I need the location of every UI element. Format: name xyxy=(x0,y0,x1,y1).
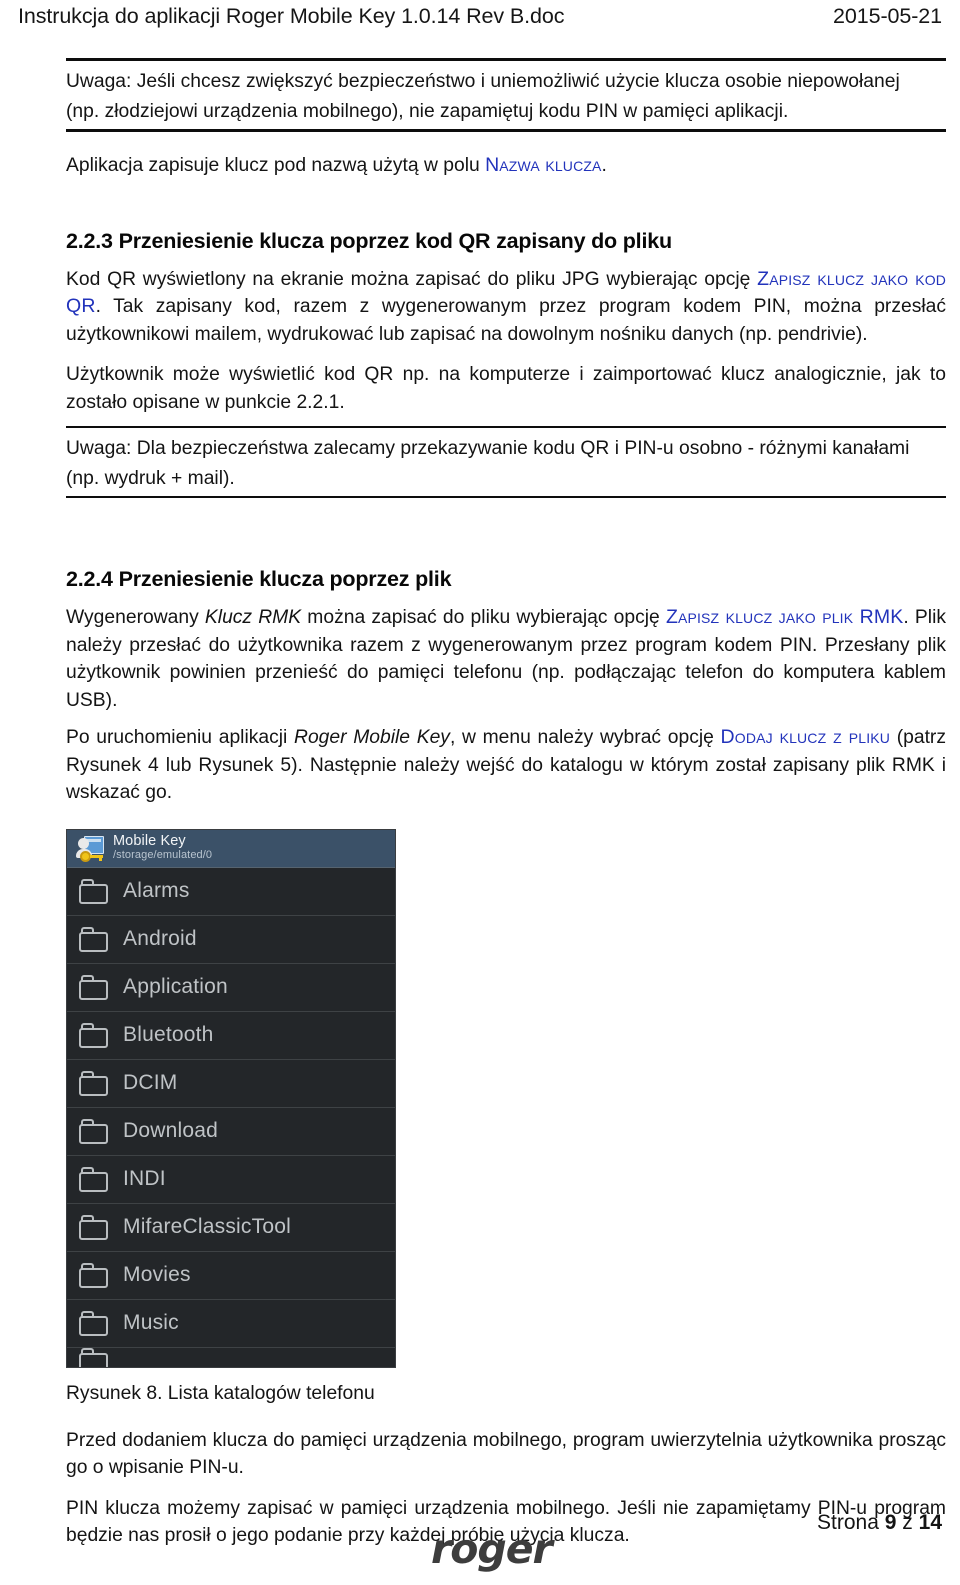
page-current: 9 xyxy=(884,1511,897,1534)
heading-2-2-4: 2.2.4 Przeniesienie klucza poprzez plik xyxy=(66,567,452,591)
note2-line1: Uwaga: Dla bezpieczeństwa zalecamy przek… xyxy=(66,438,910,459)
list-item[interactable]: Movies xyxy=(67,1251,395,1300)
paragraph-before-adding-key: Przed dodaniem klucza do pamięci urządze… xyxy=(66,1429,946,1479)
figure-phone-directory-list: Mobile Key /storage/emulated/0 Alarms An… xyxy=(66,828,396,1407)
p-file-italic-klucz-rmk: Klucz RMK xyxy=(204,607,302,628)
note-block-security: Uwaga: Jeśli chcesz zwiększyć bezpieczeń… xyxy=(66,61,946,129)
running-header: Instrukcja do aplikacji Roger Mobile Key… xyxy=(18,4,942,38)
folder-icon xyxy=(79,1118,111,1144)
note2-line2: (np. wydruk + mail). xyxy=(66,467,235,489)
folder-name: Bluetooth xyxy=(123,1023,214,1046)
p-file-text-b: można zapisać do pliku wybierając opcję xyxy=(301,607,666,628)
paragraph-app-saves-key: Aplikacja zapisuje klucz pod nazwą użytą… xyxy=(66,152,946,180)
mobile-key-app-icon xyxy=(76,835,104,862)
folder-name: Alarms xyxy=(123,879,190,902)
list-item[interactable]: INDI xyxy=(67,1155,395,1204)
folder-icon xyxy=(79,1310,111,1336)
figure-caption: Rysunek 8. Lista katalogów telefonu xyxy=(66,1382,375,1404)
list-item[interactable]: MifareClassicTool xyxy=(67,1203,395,1252)
running-footer: roger Strona 9 z 14 xyxy=(66,1505,942,1575)
p-run-italic-roger-mobile-key: Roger Mobile Key xyxy=(294,727,450,748)
note1-line1: Uwaga: Jeśli chcesz zwiększyć bezpieczeń… xyxy=(66,71,900,92)
folder-name: Application xyxy=(123,975,228,998)
list-item[interactable]: Android xyxy=(67,915,395,964)
folder-name: Download xyxy=(123,1119,218,1142)
link-dodaj-klucz-z-pliku: Dodaj klucz z pliku xyxy=(720,726,890,748)
p-run-text-a: Po uruchomieniu aplikacji xyxy=(66,727,295,748)
folder-name: INDI xyxy=(123,1167,166,1190)
roger-logo: roger xyxy=(431,1525,553,1573)
p-file-text-a: Wygenerowany xyxy=(66,607,205,628)
p-app-saves-text-a: Aplikacja zapisuje klucz pod nazwą użytą… xyxy=(66,155,486,176)
folder-name: Android xyxy=(123,927,197,950)
folder-icon xyxy=(79,926,111,952)
page-number: Strona 9 z 14 xyxy=(817,1511,942,1535)
app-header-text: Mobile Key /storage/emulated/0 xyxy=(113,834,212,862)
folder-icon xyxy=(79,1214,111,1240)
document-page: Instrukcja do aplikacji Roger Mobile Key… xyxy=(0,0,960,1585)
folder-icon xyxy=(79,1347,111,1367)
folder-name: DCIM xyxy=(123,1071,178,1094)
paragraph-run-app-add-key: Po uruchomieniu aplikacji Roger Mobile K… xyxy=(66,724,946,807)
list-item[interactable]: Application xyxy=(67,963,395,1012)
link-zapisz-klucz-jako-plik-rmk: Zapisz klucz jako plik RMK xyxy=(665,606,904,628)
list-item[interactable]: Download xyxy=(67,1107,395,1156)
p-app-saves-text-b: . xyxy=(601,155,607,176)
folder-icon xyxy=(79,1022,111,1048)
heading-2-2-3: 2.2.3 Przeniesienie klucza poprzez kod Q… xyxy=(66,228,672,253)
note-block-channels: Uwaga: Dla bezpieczeństwa zalecamy przek… xyxy=(66,428,946,496)
page-label: Strona xyxy=(817,1511,879,1534)
note1-line2: (np. złodziejowi urządzenia mobilnego), … xyxy=(66,100,789,122)
link-nazwa-klucza: Nazwa klucza xyxy=(485,154,602,176)
folder-name: MifareClassicTool xyxy=(123,1215,291,1238)
paragraph-user-can-display-qr: Użytkownik może wyświetlić kod QR np. na… xyxy=(66,364,946,413)
folder-icon xyxy=(79,1262,111,1288)
folder-icon xyxy=(79,1070,111,1096)
list-item[interactable]: Alarms xyxy=(67,867,395,916)
list-item-partial[interactable] xyxy=(67,1347,395,1367)
header-document-title: Instrukcja do aplikacji Roger Mobile Key… xyxy=(18,4,565,28)
page-total: 14 xyxy=(918,1511,942,1534)
paragraph-qr-to-file: Kod QR wyświetlony na ekranie można zapi… xyxy=(66,266,946,349)
list-item[interactable]: Bluetooth xyxy=(67,1011,395,1060)
p-qr-text-b: . Tak zapisany kod, razem z wygenerowany… xyxy=(66,296,946,345)
paragraph-key-via-file: Wygenerowany Klucz RMK można zapisać do … xyxy=(66,604,946,714)
header-date: 2015-05-21 xyxy=(833,4,942,28)
page-of: z xyxy=(902,1511,913,1534)
app-header-bar: Mobile Key /storage/emulated/0 xyxy=(67,829,395,868)
list-item[interactable]: Music xyxy=(67,1299,395,1348)
list-item[interactable]: DCIM xyxy=(67,1059,395,1108)
folder-icon xyxy=(79,878,111,904)
folder-name: Movies xyxy=(123,1263,191,1286)
folder-name: Music xyxy=(123,1311,179,1334)
p-qr-text-a: Kod QR wyświetlony na ekranie można zapi… xyxy=(66,268,758,290)
folder-icon xyxy=(79,974,111,1000)
p-run-text-b: , w menu należy wybrać opcję xyxy=(449,727,721,748)
document-content: Uwaga: Jeśli chcesz zwiększyć bezpieczeń… xyxy=(66,58,946,1550)
android-file-browser-screenshot: Mobile Key /storage/emulated/0 Alarms An… xyxy=(66,828,396,1368)
folder-icon xyxy=(79,1166,111,1192)
app-title: Mobile Key xyxy=(113,833,186,849)
current-path: /storage/emulated/0 xyxy=(113,849,213,861)
